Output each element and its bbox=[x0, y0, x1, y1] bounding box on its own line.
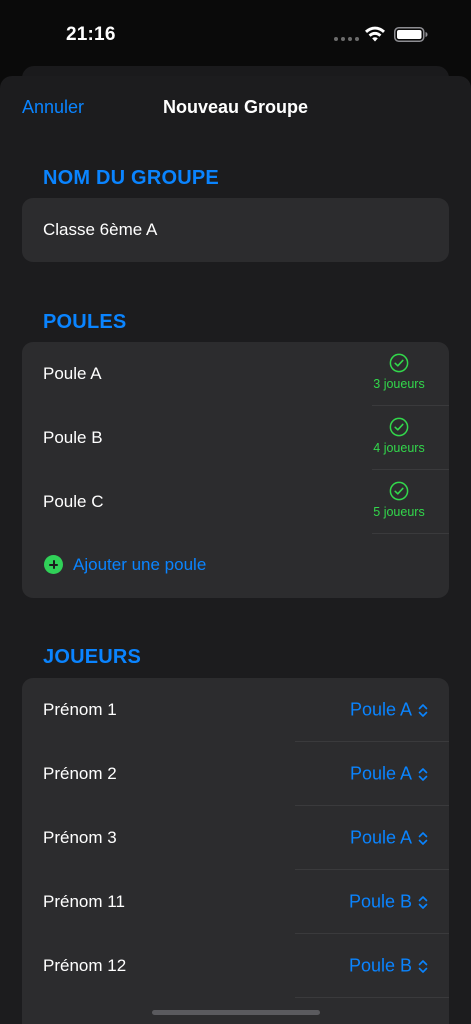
pool-picker-value: Poule A bbox=[349, 699, 412, 720]
pool-row-c[interactable]: Poule C 5 joueurs bbox=[22, 470, 449, 534]
home-indicator[interactable] bbox=[152, 1010, 320, 1015]
pool-status: 5 joueurs bbox=[370, 481, 428, 519]
pools-card: Poule A 3 joueurs Poule B 4 joueurs Poul… bbox=[22, 342, 449, 598]
pool-row-b[interactable]: Poule B 4 joueurs bbox=[22, 406, 449, 470]
group-name-header: NOM DU GROUPE bbox=[43, 167, 219, 189]
player-count: 4 joueurs bbox=[373, 441, 425, 455]
pool-picker[interactable]: Poule A bbox=[350, 764, 428, 785]
player-row: Prénom 12 Poule B bbox=[22, 934, 449, 998]
navigation-bar: Annuler Nouveau Groupe bbox=[0, 76, 471, 140]
chevron-updown-icon bbox=[418, 703, 428, 717]
row-divider bbox=[295, 997, 449, 998]
chevron-updown-icon bbox=[418, 959, 428, 973]
players-card: Prénom 1 Poule A Prénom 2 Poule A Prénom… bbox=[22, 678, 449, 1024]
status-time: 21:16 bbox=[66, 24, 116, 45]
pool-picker-value: Poule B bbox=[348, 891, 412, 912]
player-row: Prénom 11 Poule B bbox=[22, 870, 449, 934]
player-count: 5 joueurs bbox=[373, 505, 425, 519]
plus-circle-icon bbox=[44, 555, 63, 574]
player-name: Prénom 3 bbox=[43, 828, 117, 847]
player-name: Prénom 12 bbox=[43, 956, 127, 975]
player-row: Prénom 2 Poule A bbox=[22, 742, 449, 806]
pool-picker[interactable]: Poule B bbox=[349, 956, 428, 977]
chevron-updown-icon bbox=[418, 767, 428, 781]
add-pool-button[interactable]: Ajouter une poule bbox=[22, 534, 449, 596]
player-name: Prénom 1 bbox=[43, 700, 117, 719]
pool-status: 3 joueurs bbox=[370, 353, 428, 391]
group-name-value[interactable]: Classe 6ème A bbox=[43, 220, 157, 240]
chevron-updown-icon bbox=[418, 831, 428, 845]
pool-name: Poule B bbox=[43, 428, 103, 447]
pool-picker[interactable]: Poule B bbox=[349, 892, 428, 913]
pool-status: 4 joueurs bbox=[370, 417, 428, 455]
pool-picker-value: Poule B bbox=[348, 955, 412, 976]
pool-picker-value: Poule A bbox=[349, 827, 412, 848]
cellular-signal-icon bbox=[334, 37, 359, 41]
checkmark-circle-icon bbox=[389, 417, 409, 437]
checkmark-circle-icon bbox=[389, 481, 409, 501]
chevron-updown-icon bbox=[418, 895, 428, 909]
pool-name: Poule C bbox=[43, 492, 104, 511]
pool-picker[interactable]: Poule A bbox=[350, 828, 428, 849]
new-group-sheet: Annuler Nouveau Groupe NOM DU GROUPE Cla… bbox=[0, 76, 471, 1024]
page-title: Nouveau Groupe bbox=[162, 97, 309, 117]
player-row: Prénom 1 Poule A bbox=[22, 678, 449, 742]
group-name-card: Classe 6ème A bbox=[22, 198, 449, 262]
pools-header: POULES bbox=[43, 311, 127, 333]
pool-picker[interactable]: Poule A bbox=[350, 700, 428, 721]
add-pool-label: Ajouter une poule bbox=[73, 555, 207, 574]
players-header: JOUEURS bbox=[43, 646, 142, 668]
status-bar: 21:16 bbox=[0, 0, 471, 70]
player-count: 3 joueurs bbox=[373, 377, 425, 391]
pool-name: Poule A bbox=[43, 364, 102, 383]
wifi-icon bbox=[365, 26, 385, 42]
player-row: Prénom 3 Poule A bbox=[22, 806, 449, 870]
pool-row-a[interactable]: Poule A 3 joueurs bbox=[22, 342, 449, 406]
checkmark-circle-icon bbox=[389, 353, 409, 373]
player-name: Prénom 11 bbox=[43, 892, 125, 911]
group-name-field[interactable]: Classe 6ème A bbox=[22, 198, 449, 262]
pool-picker-value: Poule A bbox=[349, 763, 412, 784]
battery-icon bbox=[394, 27, 428, 42]
player-name: Prénom 2 bbox=[43, 764, 117, 783]
screen: 21:16 Annuler Nouveau Groupe NOM DU GROU… bbox=[0, 0, 471, 1024]
